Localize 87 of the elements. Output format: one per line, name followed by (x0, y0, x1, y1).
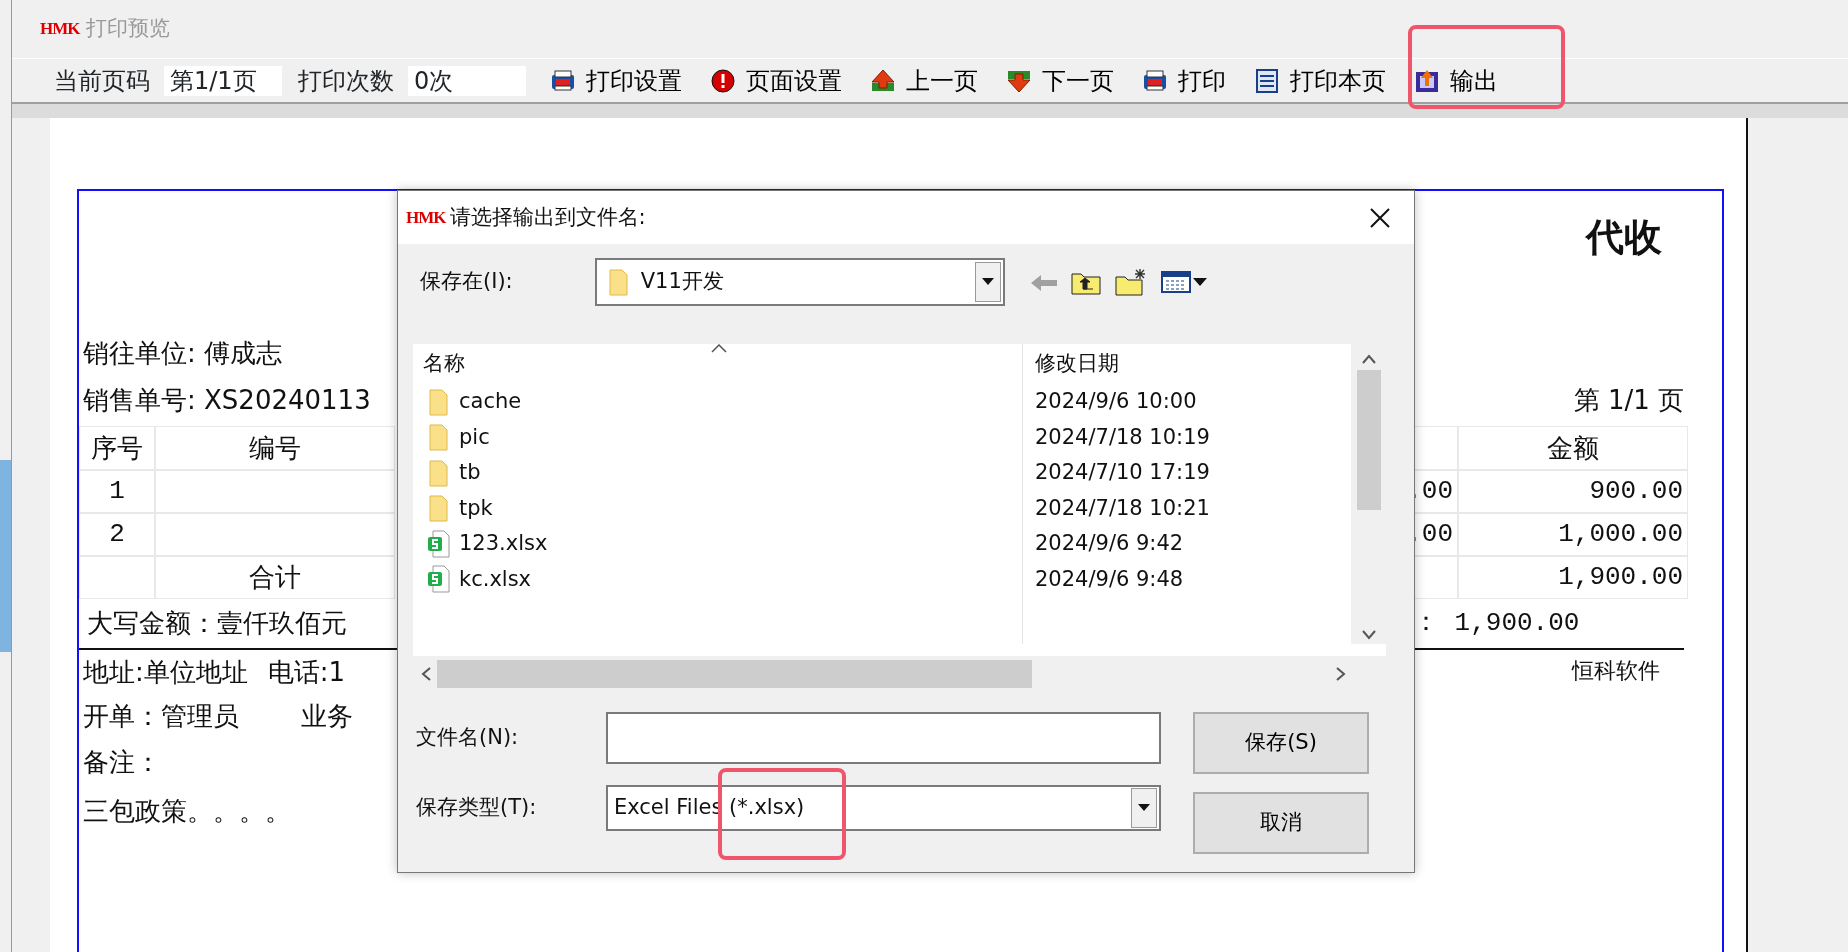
file-item[interactable]: 123.xlsx (427, 528, 548, 560)
folder-icon (427, 422, 451, 453)
scroll-right-icon (1336, 666, 1346, 682)
index-cell-text: 2 (109, 518, 125, 551)
warning-icon (710, 67, 736, 94)
dialog-button[interactable]: 取消 (1193, 792, 1369, 854)
app-logo: HMK (406, 206, 446, 229)
window-title: 打印预览 (85, 15, 170, 43)
issuer-text: 开单：管理员 (83, 699, 239, 733)
address-text: 地址:单位地址 (83, 655, 248, 689)
column-header: 序号 (91, 431, 143, 465)
amount-cell-text: 1,000.00 (1558, 518, 1683, 551)
dialog-title: 请选择输出到文件名: (449, 203, 646, 231)
amount-fragment: .00 (1406, 518, 1453, 551)
column-header[interactable]: 名称 (423, 348, 465, 380)
page-field[interactable]: 第1/1页 (164, 65, 282, 96)
modified-date: 2024/9/6 9:42 (1035, 530, 1184, 557)
amount-cell-text: 1,900.00 (1558, 561, 1683, 594)
file-type-label: 保存类型(T): (416, 794, 538, 822)
total-amount-text: ： 1,900.00 (1413, 607, 1580, 640)
column-header: 编号 (249, 431, 301, 465)
folder-icon (427, 386, 451, 417)
spreadsheet-file-icon (427, 565, 451, 594)
policy-text: 三包政策。。。。 (83, 794, 291, 828)
document-title: 代收 (1586, 214, 1662, 261)
folder-dropdown[interactable]: V11开发 (594, 258, 1005, 306)
scroll-up-icon (1360, 354, 1377, 364)
folder-icon (606, 267, 631, 297)
file-item[interactable]: cache (427, 386, 522, 418)
toolbar-button[interactable]: 打印本页 (1246, 62, 1394, 99)
modified-date: 2024/7/18 10:19 (1035, 423, 1210, 451)
file-item[interactable]: tpk (427, 492, 493, 524)
printer-icon (1142, 67, 1168, 94)
save-in-label: 保存在(I): (420, 268, 513, 296)
app-logo: HMK (40, 18, 80, 41)
back-arrow-icon (1030, 272, 1057, 293)
modified-date: 2024/9/6 10:00 (1035, 388, 1197, 415)
file-name-label: 文件名(N): (416, 724, 520, 752)
customer-text: 销往单位: 傅成志 (83, 336, 283, 370)
scroll-left-icon (421, 666, 431, 682)
index-cell-text: 1 (109, 475, 125, 508)
order-number-text: 销售单号: XS20240113 (83, 384, 371, 417)
view-menu-icon (1160, 270, 1207, 295)
file-name-field[interactable] (606, 712, 1161, 764)
print-count-label: 打印次数 (298, 65, 394, 97)
column-header: 金额 (1547, 431, 1599, 465)
toolbar-button[interactable]: 下一页 (998, 62, 1122, 99)
dialog-button[interactable]: 保存(S) (1193, 712, 1369, 774)
toolbar-button[interactable]: 输出 (1406, 62, 1506, 99)
document-icon (1254, 67, 1280, 94)
scrollbar-thumb[interactable] (437, 660, 1032, 688)
amount-cell-text: 900.00 (1589, 475, 1683, 508)
file-item[interactable]: tb (427, 457, 481, 489)
total-label: 合计 (249, 561, 301, 594)
page-label: 当前页码 (54, 65, 150, 97)
spreadsheet-file-icon (427, 529, 451, 558)
modified-date: 2024/7/18 10:21 (1035, 494, 1210, 522)
view-menu-button[interactable] (1160, 269, 1207, 295)
up-arrow-icon (870, 67, 896, 94)
column-header[interactable]: 修改日期 (1035, 348, 1119, 380)
amount-fragment: .00 (1406, 475, 1453, 508)
toolbar-button[interactable]: 打印 (1134, 62, 1234, 99)
dropdown-arrow-icon (1138, 804, 1150, 812)
toolbar-button[interactable]: 上一页 (862, 62, 986, 99)
file-item[interactable]: pic (427, 421, 490, 453)
company-name: 恒科软件 (1572, 657, 1660, 685)
modified-date: 2024/9/6 9:48 (1035, 565, 1184, 593)
scrollbar-thumb[interactable] (1356, 370, 1381, 510)
dropdown-arrow-icon (981, 278, 994, 286)
printer-icon (550, 67, 576, 94)
new-folder-button[interactable] (1114, 268, 1147, 296)
folder-icon (427, 493, 451, 524)
file-item[interactable]: kc.xlsx (427, 563, 531, 595)
page-number-text: 第 1/1 页 (1573, 384, 1684, 417)
amount-in-words: 大写金额：壹仟玖佰元 (87, 607, 347, 640)
toolbar-button[interactable]: 打印设置 (542, 62, 690, 99)
print-count-field[interactable]: 0次 (408, 65, 526, 96)
phone-text: 电话:1 (267, 655, 346, 689)
modified-date: 2024/7/10 17:19 (1035, 459, 1210, 486)
sort-caret-icon (711, 344, 727, 353)
salesperson-text: 业务 (301, 699, 353, 733)
folder-icon (427, 457, 451, 488)
close-icon (1368, 205, 1392, 230)
note-text: 备注： (83, 745, 161, 779)
scroll-down-icon (1360, 630, 1377, 640)
new-folder-icon (1114, 268, 1147, 296)
toolbar-button[interactable]: 页面设置 (702, 62, 850, 99)
